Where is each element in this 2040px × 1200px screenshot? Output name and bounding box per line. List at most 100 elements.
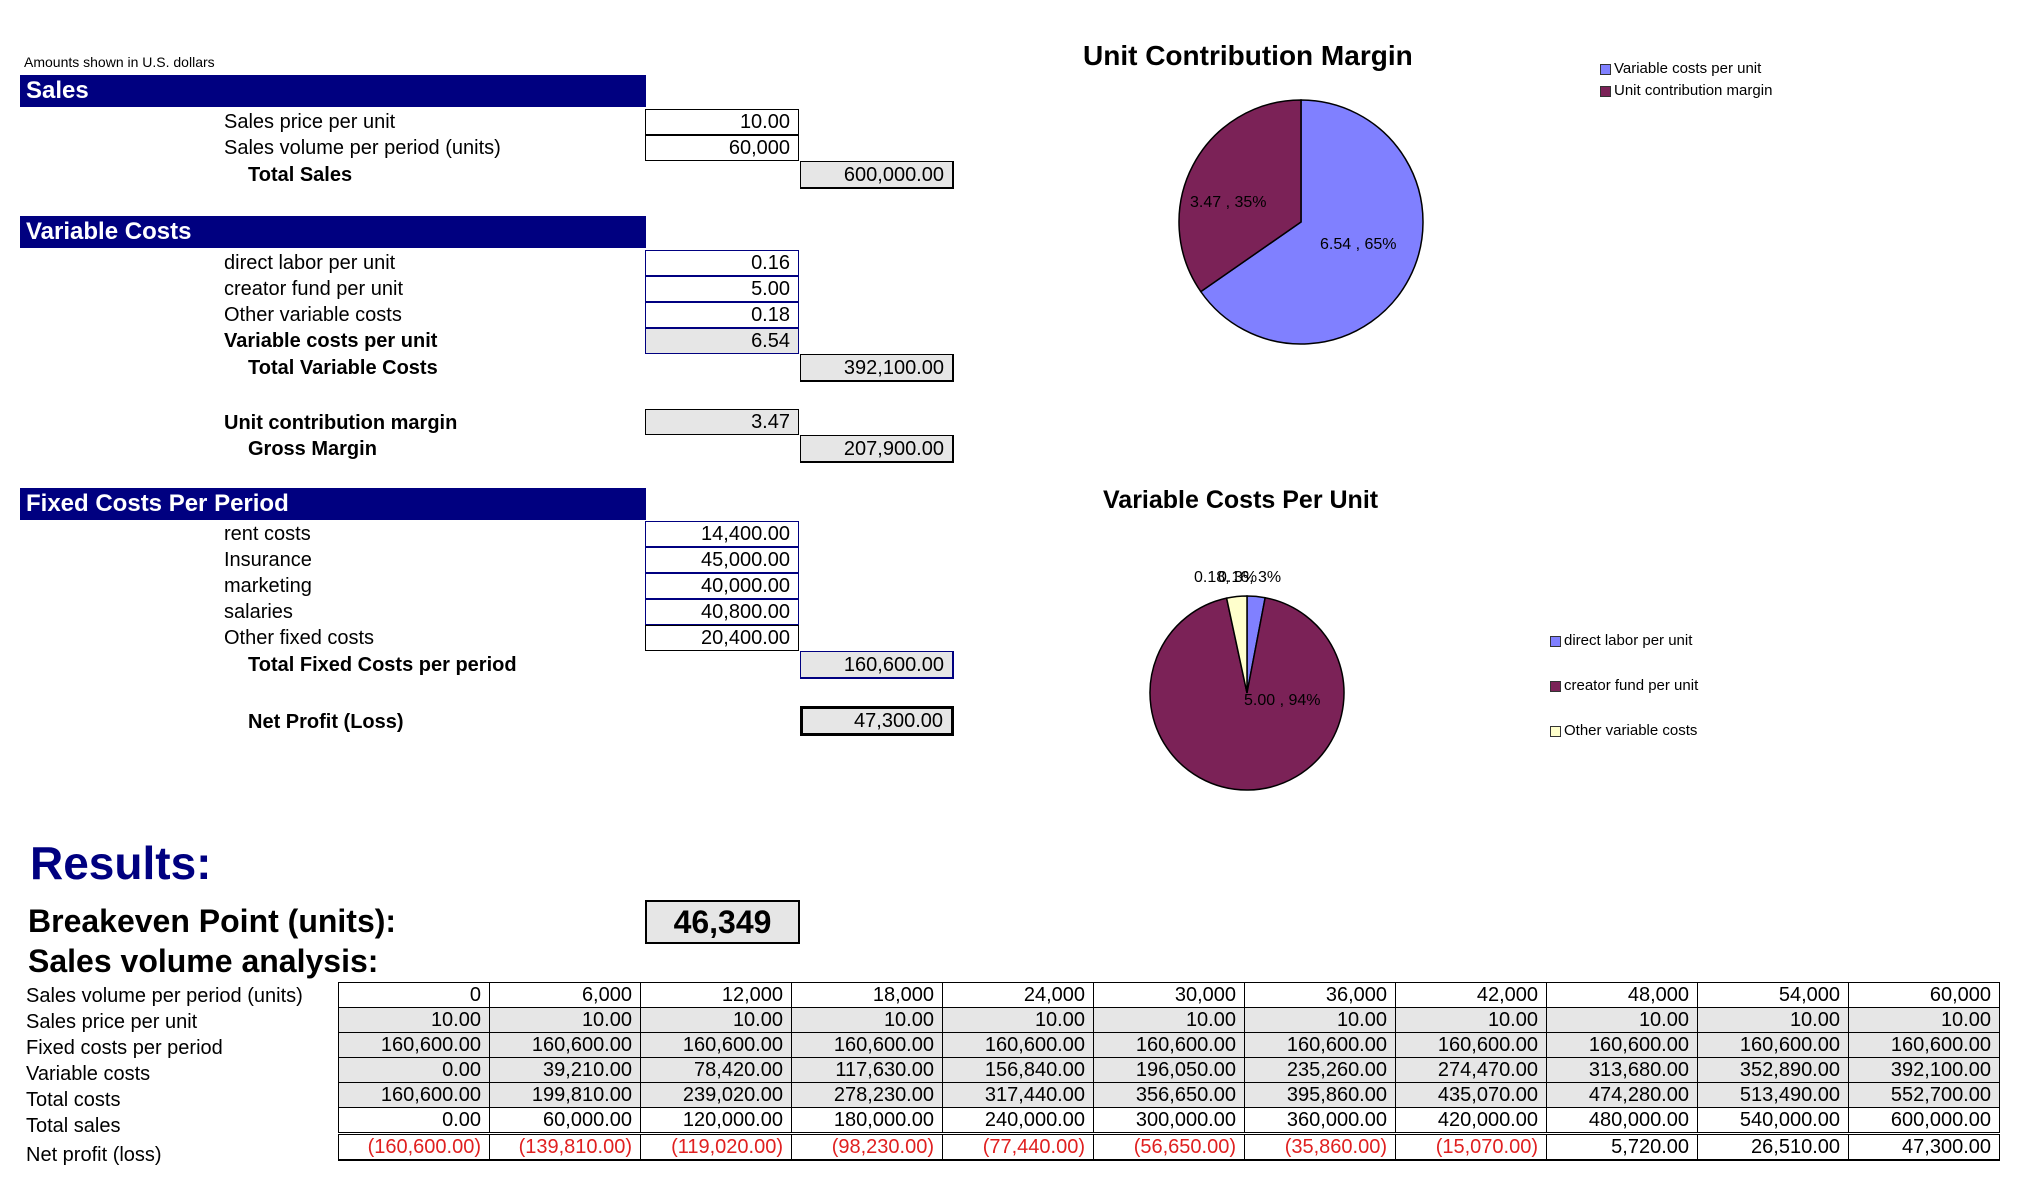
- table-cell[interactable]: 26,510.00: [1697, 1132, 1849, 1161]
- table-cell[interactable]: 156,840.00: [942, 1057, 1094, 1083]
- table-cell[interactable]: 160,600.00: [338, 1082, 490, 1108]
- pie-data-label: 3.47 , 35%: [1190, 194, 1267, 211]
- direct-labor-label: direct labor per unit: [224, 252, 396, 274]
- table-cell[interactable]: 395,860.00: [1244, 1082, 1396, 1108]
- table-cell[interactable]: 54,000: [1697, 982, 1849, 1008]
- direct-labor-input[interactable]: 0.16: [645, 250, 799, 276]
- table-cell[interactable]: 5,720.00: [1546, 1132, 1698, 1161]
- other-fixed-input[interactable]: 20,400.00: [645, 625, 799, 651]
- table-cell[interactable]: (77,440.00): [942, 1132, 1094, 1161]
- sales-volume-input[interactable]: 60,000: [645, 135, 799, 161]
- table-cell[interactable]: 60,000: [1848, 982, 2000, 1008]
- table-cell[interactable]: 10.00: [1848, 1007, 2000, 1033]
- table-cell[interactable]: 160,600.00: [1093, 1032, 1245, 1058]
- table-cell[interactable]: 120,000.00: [640, 1107, 792, 1135]
- table-cell[interactable]: 600,000.00: [1848, 1107, 2000, 1135]
- table-cell[interactable]: 420,000.00: [1395, 1107, 1547, 1135]
- table-cell[interactable]: 474,280.00: [1546, 1082, 1698, 1108]
- table-cell[interactable]: 10.00: [942, 1007, 1094, 1033]
- table-cell[interactable]: 392,100.00: [1848, 1057, 2000, 1083]
- sales-price-input[interactable]: 10.00: [645, 109, 799, 135]
- sales-volume-label: Sales volume per period (units): [224, 137, 501, 159]
- table-cell[interactable]: (119,020.00): [640, 1132, 792, 1161]
- table-cell[interactable]: 10.00: [791, 1007, 943, 1033]
- table-cell[interactable]: 196,050.00: [1093, 1057, 1245, 1083]
- other-variable-input[interactable]: 0.18: [645, 302, 799, 328]
- table-cell[interactable]: 435,070.00: [1395, 1082, 1547, 1108]
- table-cell[interactable]: 42,000: [1395, 982, 1547, 1008]
- table-cell[interactable]: 274,470.00: [1395, 1057, 1547, 1083]
- table-cell[interactable]: 78,420.00: [640, 1057, 792, 1083]
- rent-input[interactable]: 14,400.00: [645, 521, 799, 547]
- table-cell[interactable]: 180,000.00: [791, 1107, 943, 1135]
- table-cell[interactable]: 540,000.00: [1697, 1107, 1849, 1135]
- table-cell[interactable]: 10.00: [1697, 1007, 1849, 1033]
- table-cell[interactable]: 160,600.00: [942, 1032, 1094, 1058]
- table-cell[interactable]: 12,000: [640, 982, 792, 1008]
- table-cell[interactable]: 199,810.00: [489, 1082, 641, 1108]
- table-cell[interactable]: 30,000: [1093, 982, 1245, 1008]
- analysis-row-label: Variable costs: [26, 1063, 151, 1085]
- table-cell[interactable]: 117,630.00: [791, 1057, 943, 1083]
- table-cell[interactable]: 352,890.00: [1697, 1057, 1849, 1083]
- table-cell[interactable]: 552,700.00: [1848, 1082, 2000, 1108]
- table-cell[interactable]: 160,600.00: [489, 1032, 641, 1058]
- table-cell[interactable]: 0.00: [338, 1057, 490, 1083]
- table-cell[interactable]: 160,600.00: [1697, 1032, 1849, 1058]
- table-cell[interactable]: 0: [338, 982, 490, 1008]
- table-row: 0 6,000 12,000 18,000 24,000 30,000 36,000 42,0…: [338, 982, 2000, 1008]
- table-cell[interactable]: 10.00: [1395, 1007, 1547, 1033]
- table-cell[interactable]: 235,260.00: [1244, 1057, 1396, 1083]
- table-cell[interactable]: 160,600.00: [338, 1032, 490, 1058]
- table-cell[interactable]: 10.00: [1546, 1007, 1698, 1033]
- table-cell[interactable]: 160,600.00: [640, 1032, 792, 1058]
- table-cell[interactable]: 160,600.00: [1848, 1032, 2000, 1058]
- table-cell[interactable]: 356,650.00: [1093, 1082, 1245, 1108]
- table-cell[interactable]: 240,000.00: [942, 1107, 1094, 1135]
- pie-data-label: 5.00 , 94%: [1244, 692, 1321, 709]
- table-cell[interactable]: (15,070.00): [1395, 1132, 1547, 1161]
- table-cell[interactable]: 10.00: [640, 1007, 792, 1033]
- table-cell[interactable]: 36,000: [1244, 982, 1396, 1008]
- table-cell[interactable]: 278,230.00: [791, 1082, 943, 1108]
- table-cell[interactable]: 48,000: [1546, 982, 1698, 1008]
- table-cell[interactable]: (56,650.00): [1093, 1132, 1245, 1161]
- sales-volume-table: 0 6,000 12,000 18,000 24,000 30,000 36,000 42,0…: [338, 982, 2000, 1161]
- table-cell[interactable]: 10.00: [338, 1007, 490, 1033]
- table-cell[interactable]: 10.00: [1093, 1007, 1245, 1033]
- other-fixed-label: Other fixed costs: [224, 627, 375, 649]
- salaries-input[interactable]: 40,800.00: [645, 599, 799, 625]
- table-cell[interactable]: 160,600.00: [1546, 1032, 1698, 1058]
- pie-data-label: 6.54 , 65%: [1320, 236, 1397, 253]
- table-cell[interactable]: 480,000.00: [1546, 1107, 1698, 1135]
- table-cell[interactable]: (160,600.00): [338, 1132, 490, 1161]
- table-cell[interactable]: 6,000: [489, 982, 641, 1008]
- creator-fund-label: creator fund per unit: [224, 278, 403, 300]
- table-cell[interactable]: (139,810.00): [489, 1132, 641, 1161]
- table-cell[interactable]: 39,210.00: [489, 1057, 641, 1083]
- insurance-input[interactable]: 45,000.00: [645, 547, 799, 573]
- table-cell[interactable]: 10.00: [1244, 1007, 1396, 1033]
- table-cell[interactable]: 160,600.00: [1244, 1032, 1396, 1058]
- pie-data-label: 0.16, 3%: [1218, 569, 1281, 586]
- analysis-row-label: Total costs: [26, 1089, 121, 1111]
- table-cell[interactable]: 160,600.00: [1395, 1032, 1547, 1058]
- marketing-input[interactable]: 40,000.00: [645, 573, 799, 599]
- table-cell[interactable]: 513,490.00: [1697, 1082, 1849, 1108]
- table-cell[interactable]: 160,600.00: [791, 1032, 943, 1058]
- table-cell[interactable]: 300,000.00: [1093, 1107, 1245, 1135]
- table-cell[interactable]: 24,000: [942, 982, 1094, 1008]
- table-cell[interactable]: 60,000.00: [489, 1107, 641, 1135]
- table-cell[interactable]: 47,300.00: [1848, 1132, 2000, 1161]
- table-cell[interactable]: 18,000: [791, 982, 943, 1008]
- table-cell[interactable]: (35,860.00): [1244, 1132, 1396, 1161]
- table-cell[interactable]: 239,020.00: [640, 1082, 792, 1108]
- table-cell[interactable]: 10.00: [489, 1007, 641, 1033]
- table-row: 0.00 60,000.00 120,000.00 180,000.00 240,000…: [338, 1107, 2000, 1135]
- table-cell[interactable]: (98,230.00): [791, 1132, 943, 1161]
- table-cell[interactable]: 360,000.00: [1244, 1107, 1396, 1135]
- table-cell[interactable]: 0.00: [338, 1107, 490, 1135]
- table-cell[interactable]: 317,440.00: [942, 1082, 1094, 1108]
- table-cell[interactable]: 313,680.00: [1546, 1057, 1698, 1083]
- creator-fund-input[interactable]: 5.00: [645, 276, 799, 302]
